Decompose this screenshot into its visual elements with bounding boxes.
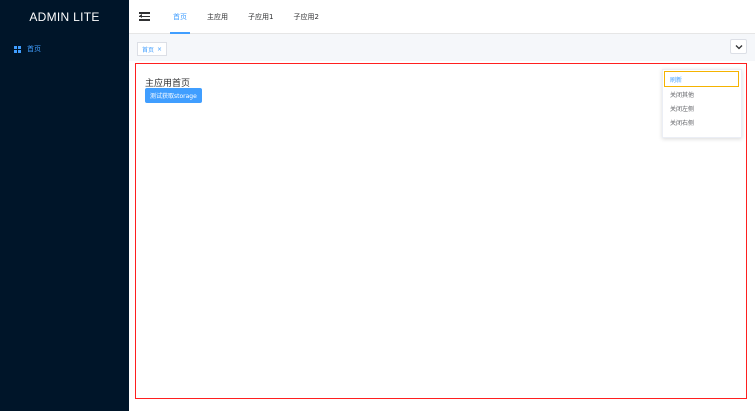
top-header: 首页 主应用 子应用1 子应用2: [129, 0, 755, 34]
context-menu-close-left[interactable]: 关闭左侧: [663, 101, 741, 115]
tabs-bar: 首页 ×: [129, 34, 755, 61]
top-nav: 首页 主应用 子应用1 子应用2: [163, 0, 329, 34]
main-content: 主应用首页 测试获取storage: [135, 63, 747, 399]
grid-icon: [14, 45, 21, 53]
tab-home[interactable]: 首页 ×: [137, 42, 168, 56]
sidebar: ADMIN LITE 首页: [0, 0, 129, 411]
tab-label: 首页: [142, 46, 155, 54]
close-icon[interactable]: ×: [157, 46, 162, 53]
app-logo: ADMIN LITE: [29, 9, 100, 24]
nav-item-home[interactable]: 首页: [163, 0, 197, 34]
sidebar-item-home[interactable]: 首页: [0, 41, 129, 57]
tabs-dropdown-button[interactable]: [730, 39, 747, 54]
nav-item-sub-app-2[interactable]: 子应用2: [283, 0, 328, 34]
chevron-down-icon: [735, 44, 742, 49]
context-menu: 刷新 关闭其他 关闭左侧 关闭右侧: [662, 69, 742, 138]
nav-item-sub-app-1[interactable]: 子应用1: [238, 0, 283, 34]
sidebar-item-label: 首页: [27, 45, 41, 53]
context-menu-close-others[interactable]: 关闭其他: [663, 87, 741, 101]
context-menu-refresh[interactable]: 刷新: [664, 71, 739, 87]
menu-collapse-icon[interactable]: [139, 12, 150, 21]
nav-item-main-app[interactable]: 主应用: [197, 0, 238, 34]
get-storage-button[interactable]: 测试获取storage: [145, 88, 202, 103]
context-menu-close-right[interactable]: 关闭右侧: [663, 115, 741, 129]
